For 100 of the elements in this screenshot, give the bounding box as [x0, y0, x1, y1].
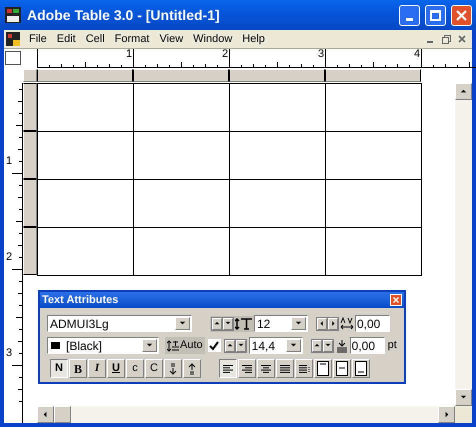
text-style-button[interactable]: c: [126, 359, 144, 378]
ruler-number: 4: [414, 49, 420, 60]
color-swatch: [51, 342, 60, 349]
menu-item[interactable]: Cell: [80, 30, 110, 48]
table-cell[interactable]: [326, 84, 422, 132]
text-style-button[interactable]: [164, 359, 182, 378]
dropdown-button[interactable]: [142, 339, 157, 352]
leading-icon: [167, 340, 179, 352]
align-center-icon: [260, 364, 272, 374]
color-dropdown[interactable]: [Black]: [47, 337, 159, 354]
table-cell[interactable]: [38, 228, 134, 276]
menu-item[interactable]: Window: [188, 30, 238, 48]
corner-handle: [23, 69, 37, 82]
column-handle[interactable]: [133, 69, 229, 82]
minimize-icon: [406, 18, 413, 20]
minimize-icon: [427, 41, 433, 43]
close-icon: [456, 10, 467, 20]
auto-leading-checkbox[interactable]: [208, 339, 221, 352]
table-cell[interactable]: [134, 84, 230, 132]
text-style-button[interactable]: [183, 359, 201, 378]
field-value: [Black]: [65, 340, 104, 352]
superscript-icon: [169, 362, 177, 374]
valign-middle-icon: [336, 361, 348, 376]
field-value: 12: [256, 318, 272, 330]
close-icon: [393, 297, 399, 303]
field-value: ADMUI3Lg: [49, 318, 110, 330]
ruler-number: 2: [6, 252, 12, 263]
baseline-shift-icon: [334, 338, 349, 352]
text-style-button[interactable]: U: [107, 359, 125, 378]
menu-item[interactable]: File: [24, 30, 52, 48]
maximize-button[interactable]: [425, 4, 446, 26]
column-handle[interactable]: [37, 69, 133, 82]
stepper-buttons[interactable]: [316, 316, 339, 330]
menu-item[interactable]: Format: [110, 30, 154, 48]
text-style-button[interactable]: C: [145, 359, 163, 378]
table-cell[interactable]: [230, 180, 326, 228]
table-cell[interactable]: [230, 84, 326, 132]
app-icon: [4, 6, 22, 24]
ruler-number: 1: [126, 49, 132, 60]
table-cell[interactable]: [230, 228, 326, 276]
scroll-up-button[interactable]: [455, 83, 472, 100]
table-cell[interactable]: [38, 132, 134, 180]
table-cell[interactable]: [134, 132, 230, 180]
dropdown-button[interactable]: [175, 317, 190, 330]
left-arrow-icon: [318, 319, 326, 328]
valign-top-icon: [317, 361, 329, 376]
text-style-button[interactable]: N: [50, 359, 68, 378]
stepper-buttons[interactable]: [224, 338, 247, 352]
dropdown-button[interactable]: [286, 339, 301, 352]
tracking-icon: [340, 316, 354, 330]
leading-dropdown[interactable]: 14,4: [248, 337, 303, 354]
window-title: Adobe Table 3.0 - [Untitled-1]: [27, 6, 221, 25]
scroll-left-button[interactable]: [37, 406, 54, 423]
alignment-button[interactable]: [219, 359, 237, 378]
font-size-dropdown[interactable]: 12: [254, 315, 308, 332]
row-handle[interactable]: [23, 227, 37, 275]
table-cell[interactable]: [326, 180, 422, 228]
minimize-button[interactable]: [399, 4, 420, 26]
stepper-buttons[interactable]: [211, 316, 234, 330]
scroll-thumb[interactable]: [54, 406, 71, 423]
table-cell[interactable]: [134, 180, 230, 228]
vertical-scrollbar[interactable]: [455, 83, 472, 406]
menu-item[interactable]: Help: [237, 30, 270, 48]
scroll-down-button[interactable]: [455, 389, 472, 406]
valign-bottom-icon: [355, 361, 367, 376]
menu-item[interactable]: Edit: [52, 30, 81, 48]
restore-icon: [442, 34, 450, 44]
align-right-icon: [241, 364, 253, 374]
table-cell[interactable]: [230, 132, 326, 180]
table-cell[interactable]: [38, 180, 134, 228]
input-field[interactable]: 0,00: [350, 337, 385, 354]
row-handle[interactable]: [23, 179, 37, 227]
text-style-button[interactable]: I: [88, 359, 106, 378]
close-button[interactable]: [451, 4, 472, 26]
table-cell[interactable]: [134, 228, 230, 276]
field-value: 14,4: [250, 340, 276, 352]
ruler-number: 1: [6, 156, 12, 167]
menu-item[interactable]: View: [154, 30, 188, 48]
table-cell[interactable]: [38, 84, 134, 132]
horizontal-scrollbar[interactable]: [37, 406, 455, 423]
ruler-number: 3: [6, 348, 12, 359]
table-cell[interactable]: [326, 228, 422, 276]
table-cell[interactable]: [326, 132, 422, 180]
close-button[interactable]: [390, 294, 402, 306]
scroll-right-button[interactable]: [438, 406, 455, 423]
maximize-icon: [430, 10, 441, 20]
stepper-buttons[interactable]: [310, 338, 334, 352]
dropdown-button[interactable]: [291, 317, 306, 330]
text-style-button[interactable]: B: [69, 359, 87, 378]
palette-title: Text Attributes: [42, 292, 120, 308]
font-dropdown[interactable]: ADMUI3Lg: [47, 315, 192, 332]
column-handle[interactable]: [229, 69, 325, 82]
unit-label: pt: [388, 338, 397, 354]
ruler-number: 3: [318, 49, 324, 60]
size-grip: [455, 406, 472, 423]
subscript-icon: [188, 362, 196, 374]
input-field[interactable]: 0,00: [355, 315, 390, 332]
column-handle[interactable]: [325, 69, 421, 82]
row-handle[interactable]: [23, 83, 37, 131]
row-handle[interactable]: [23, 131, 37, 179]
